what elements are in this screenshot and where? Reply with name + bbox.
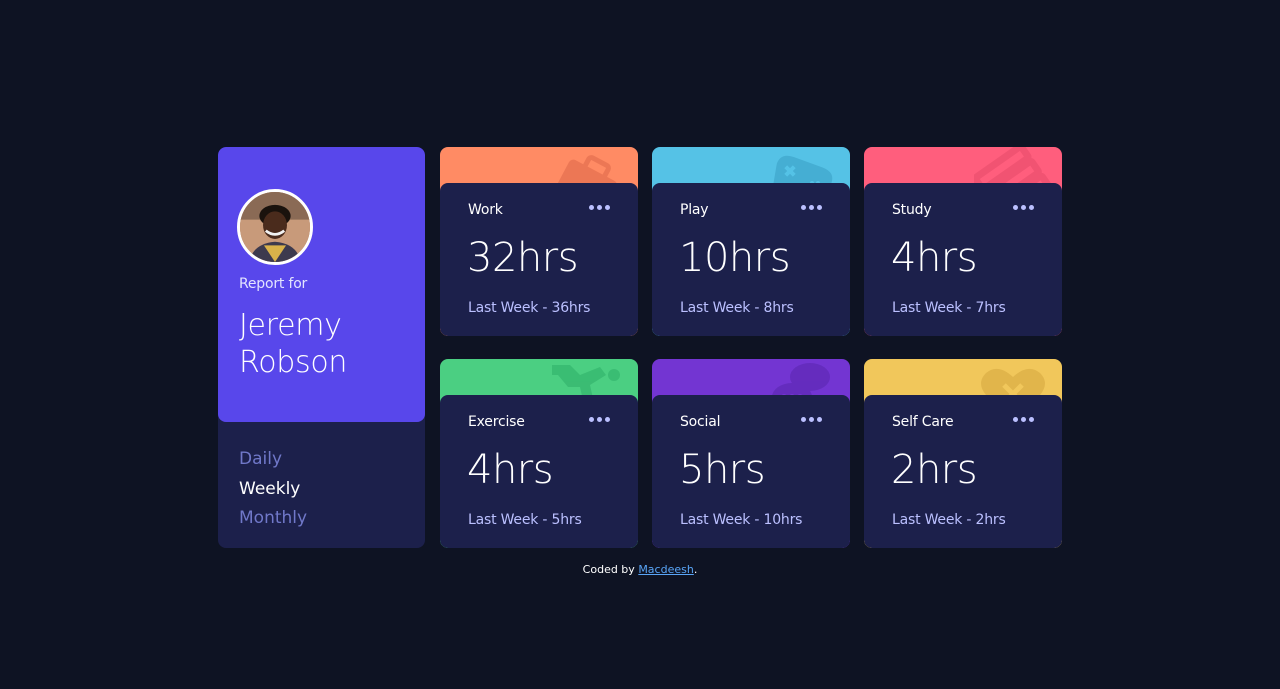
ellipsis-icon[interactable] (801, 205, 823, 215)
card-self-care: Self Care 2hrs Last Week - 2hrs (864, 359, 1062, 548)
ellipsis-icon[interactable] (589, 205, 611, 215)
card-title: Play (680, 202, 709, 218)
card-title: Exercise (468, 414, 525, 430)
attribution-suffix: . (693, 563, 698, 576)
ellipsis-icon[interactable] (801, 417, 823, 427)
card-body: Play 10hrs Last Week - 8hrs (652, 183, 850, 336)
previous-hours: Last Week - 7hrs (892, 300, 1006, 316)
previous-hours: Last Week - 36hrs (468, 300, 591, 316)
card-title: Study (892, 202, 932, 218)
current-hours: 4hrs (891, 235, 978, 281)
attribution: Coded by Macdeesh. (0, 563, 1280, 576)
attribution-link[interactable]: Macdeesh (638, 563, 694, 576)
current-hours: 4hrs (467, 447, 554, 493)
previous-hours: Last Week - 2hrs (892, 512, 1006, 528)
current-hours: 10hrs (679, 235, 791, 281)
card-work: Work 32hrs Last Week - 36hrs (440, 147, 638, 336)
timeframe-selector: Daily Weekly Monthly (239, 445, 307, 534)
card-social: Social 5hrs Last Week - 10hrs (652, 359, 850, 548)
attribution-prefix: Coded by (582, 563, 635, 576)
card-body: Self Care 2hrs Last Week - 2hrs (864, 395, 1062, 548)
card-body: Study 4hrs Last Week - 7hrs (864, 183, 1062, 336)
time-tracking-dashboard: Report for Jeremy Robson Daily Weekly Mo… (218, 147, 1062, 548)
current-hours: 32hrs (467, 235, 579, 281)
card-body: Work 32hrs Last Week - 36hrs (440, 183, 638, 336)
card-title: Self Care (892, 414, 954, 430)
profile-header: Report for Jeremy Robson (218, 147, 425, 422)
card-body: Social 5hrs Last Week - 10hrs (652, 395, 850, 548)
card-play: Play 10hrs Last Week - 8hrs (652, 147, 850, 336)
current-hours: 5hrs (679, 447, 766, 493)
timeframe-daily[interactable]: Daily (239, 445, 307, 475)
card-study: Study 4hrs Last Week - 7hrs (864, 147, 1062, 336)
user-photo (240, 192, 310, 262)
user-name: Jeremy Robson (239, 308, 348, 380)
card-body: Exercise 4hrs Last Week - 5hrs (440, 395, 638, 548)
card-exercise: Exercise 4hrs Last Week - 5hrs (440, 359, 638, 548)
previous-hours: Last Week - 5hrs (468, 512, 582, 528)
previous-hours: Last Week - 8hrs (680, 300, 794, 316)
timeframe-weekly[interactable]: Weekly (239, 475, 307, 505)
ellipsis-icon[interactable] (1013, 205, 1035, 215)
ellipsis-icon[interactable] (589, 417, 611, 427)
card-title: Social (680, 414, 721, 430)
card-title: Work (468, 202, 503, 218)
profile-card: Report for Jeremy Robson Daily Weekly Mo… (218, 147, 425, 548)
previous-hours: Last Week - 10hrs (680, 512, 803, 528)
current-hours: 2hrs (891, 447, 978, 493)
ellipsis-icon[interactable] (1013, 417, 1035, 427)
timeframe-monthly[interactable]: Monthly (239, 504, 307, 534)
report-for-label: Report for (239, 276, 308, 292)
avatar (237, 189, 313, 265)
